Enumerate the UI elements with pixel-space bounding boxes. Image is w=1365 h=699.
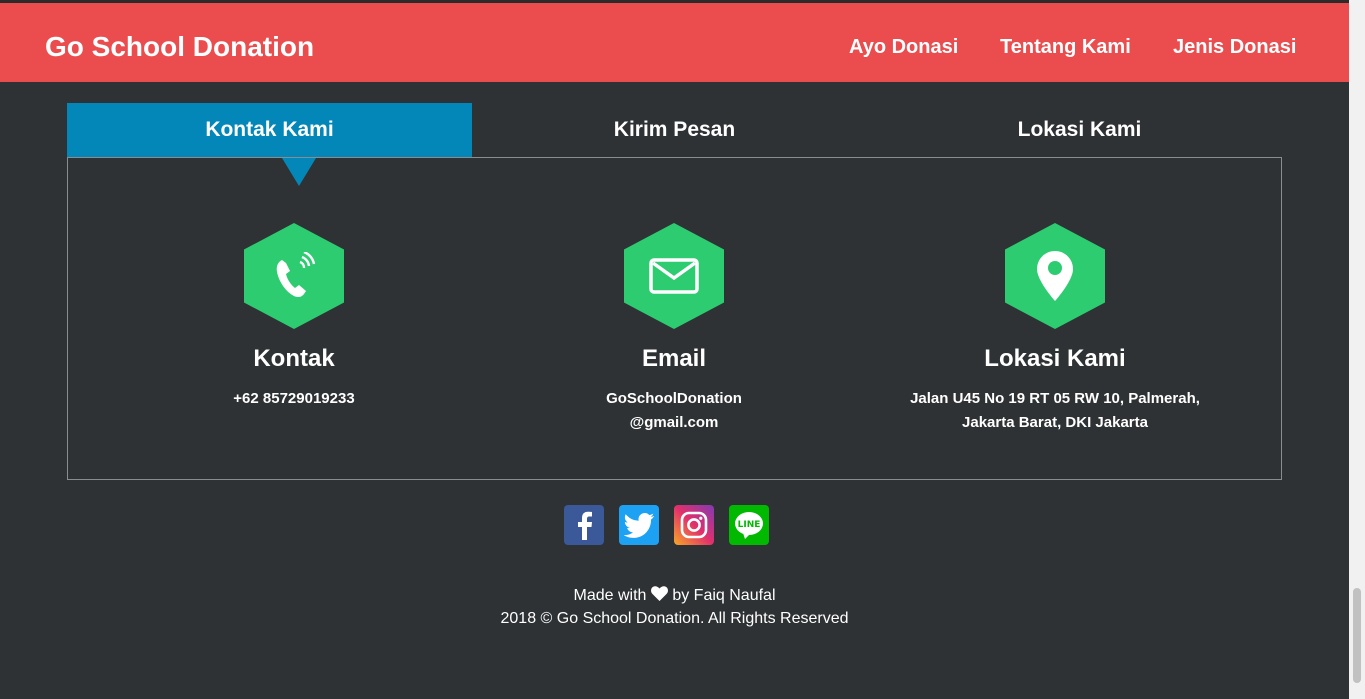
address-line-2: Jakarta Barat, DKI Jakarta — [962, 414, 1148, 431]
contact-phone-text: +62 85729019233 — [104, 387, 484, 411]
nav-tentang-kami[interactable]: Tentang Kami — [1000, 36, 1131, 59]
contact-location-card: Lokasi Kami Jalan U45 No 19 RT 05 RW 10,… — [865, 223, 1245, 435]
nav-ayo-donasi[interactable]: Ayo Donasi — [849, 36, 958, 59]
phone-number: +62 85729019233 — [233, 390, 355, 407]
active-tab-pointer — [282, 158, 316, 186]
line-icon[interactable]: LINE — [729, 505, 769, 545]
page-scrollbar[interactable] — [1349, 0, 1365, 699]
map-pin-icon — [1005, 223, 1105, 329]
made-with-prefix: Made with — [573, 587, 647, 604]
footer-copyright: 2018 © Go School Donation. All Rights Re… — [500, 610, 849, 627]
tab-kontak-kami[interactable]: Kontak Kami — [67, 103, 472, 158]
contact-phone-card: Kontak +62 85729019233 — [104, 223, 484, 411]
navbar: Go School Donation Ayo Donasi Tentang Ka… — [0, 3, 1349, 82]
svg-text:LINE: LINE — [738, 520, 761, 530]
contact-email-title: Email — [641, 345, 707, 372]
envelope-icon — [624, 223, 724, 329]
email-line-1: GoSchoolDonation — [606, 390, 742, 407]
tab-lokasi-kami[interactable]: Lokasi Kami — [877, 103, 1282, 158]
made-with-suffix: by Faiq Naufal — [672, 587, 776, 604]
phone-icon — [244, 223, 344, 329]
brand-logo[interactable]: Go School Donation — [45, 31, 314, 63]
instagram-icon[interactable] — [674, 505, 714, 545]
scrollbar-thumb[interactable] — [1353, 588, 1361, 683]
facebook-icon[interactable] — [564, 505, 604, 545]
contact-email-card: Email GoSchoolDonation @gmail.com — [484, 223, 864, 435]
contact-location-text: Jalan U45 No 19 RT 05 RW 10, Palmerah, J… — [865, 387, 1245, 435]
email-line-2: @gmail.com — [629, 414, 719, 431]
social-links: LINE — [564, 505, 769, 545]
address-line-1: Jalan U45 No 19 RT 05 RW 10, Palmerah, — [910, 390, 1200, 407]
tab-kirim-pesan[interactable]: Kirim Pesan — [472, 103, 877, 158]
contact-phone-title: Kontak — [253, 345, 335, 372]
twitter-icon[interactable] — [619, 505, 659, 545]
contact-tabs: Kontak Kami Kirim Pesan Lokasi Kami — [67, 103, 1282, 158]
contact-location-title: Lokasi Kami — [984, 345, 1126, 372]
nav-jenis-donasi[interactable]: Jenis Donasi — [1173, 36, 1296, 59]
heart-icon — [650, 586, 668, 601]
contact-email-text: GoSchoolDonation @gmail.com — [484, 387, 864, 435]
footer-made-with: Made with by Faiq Naufal — [0, 586, 1349, 605]
